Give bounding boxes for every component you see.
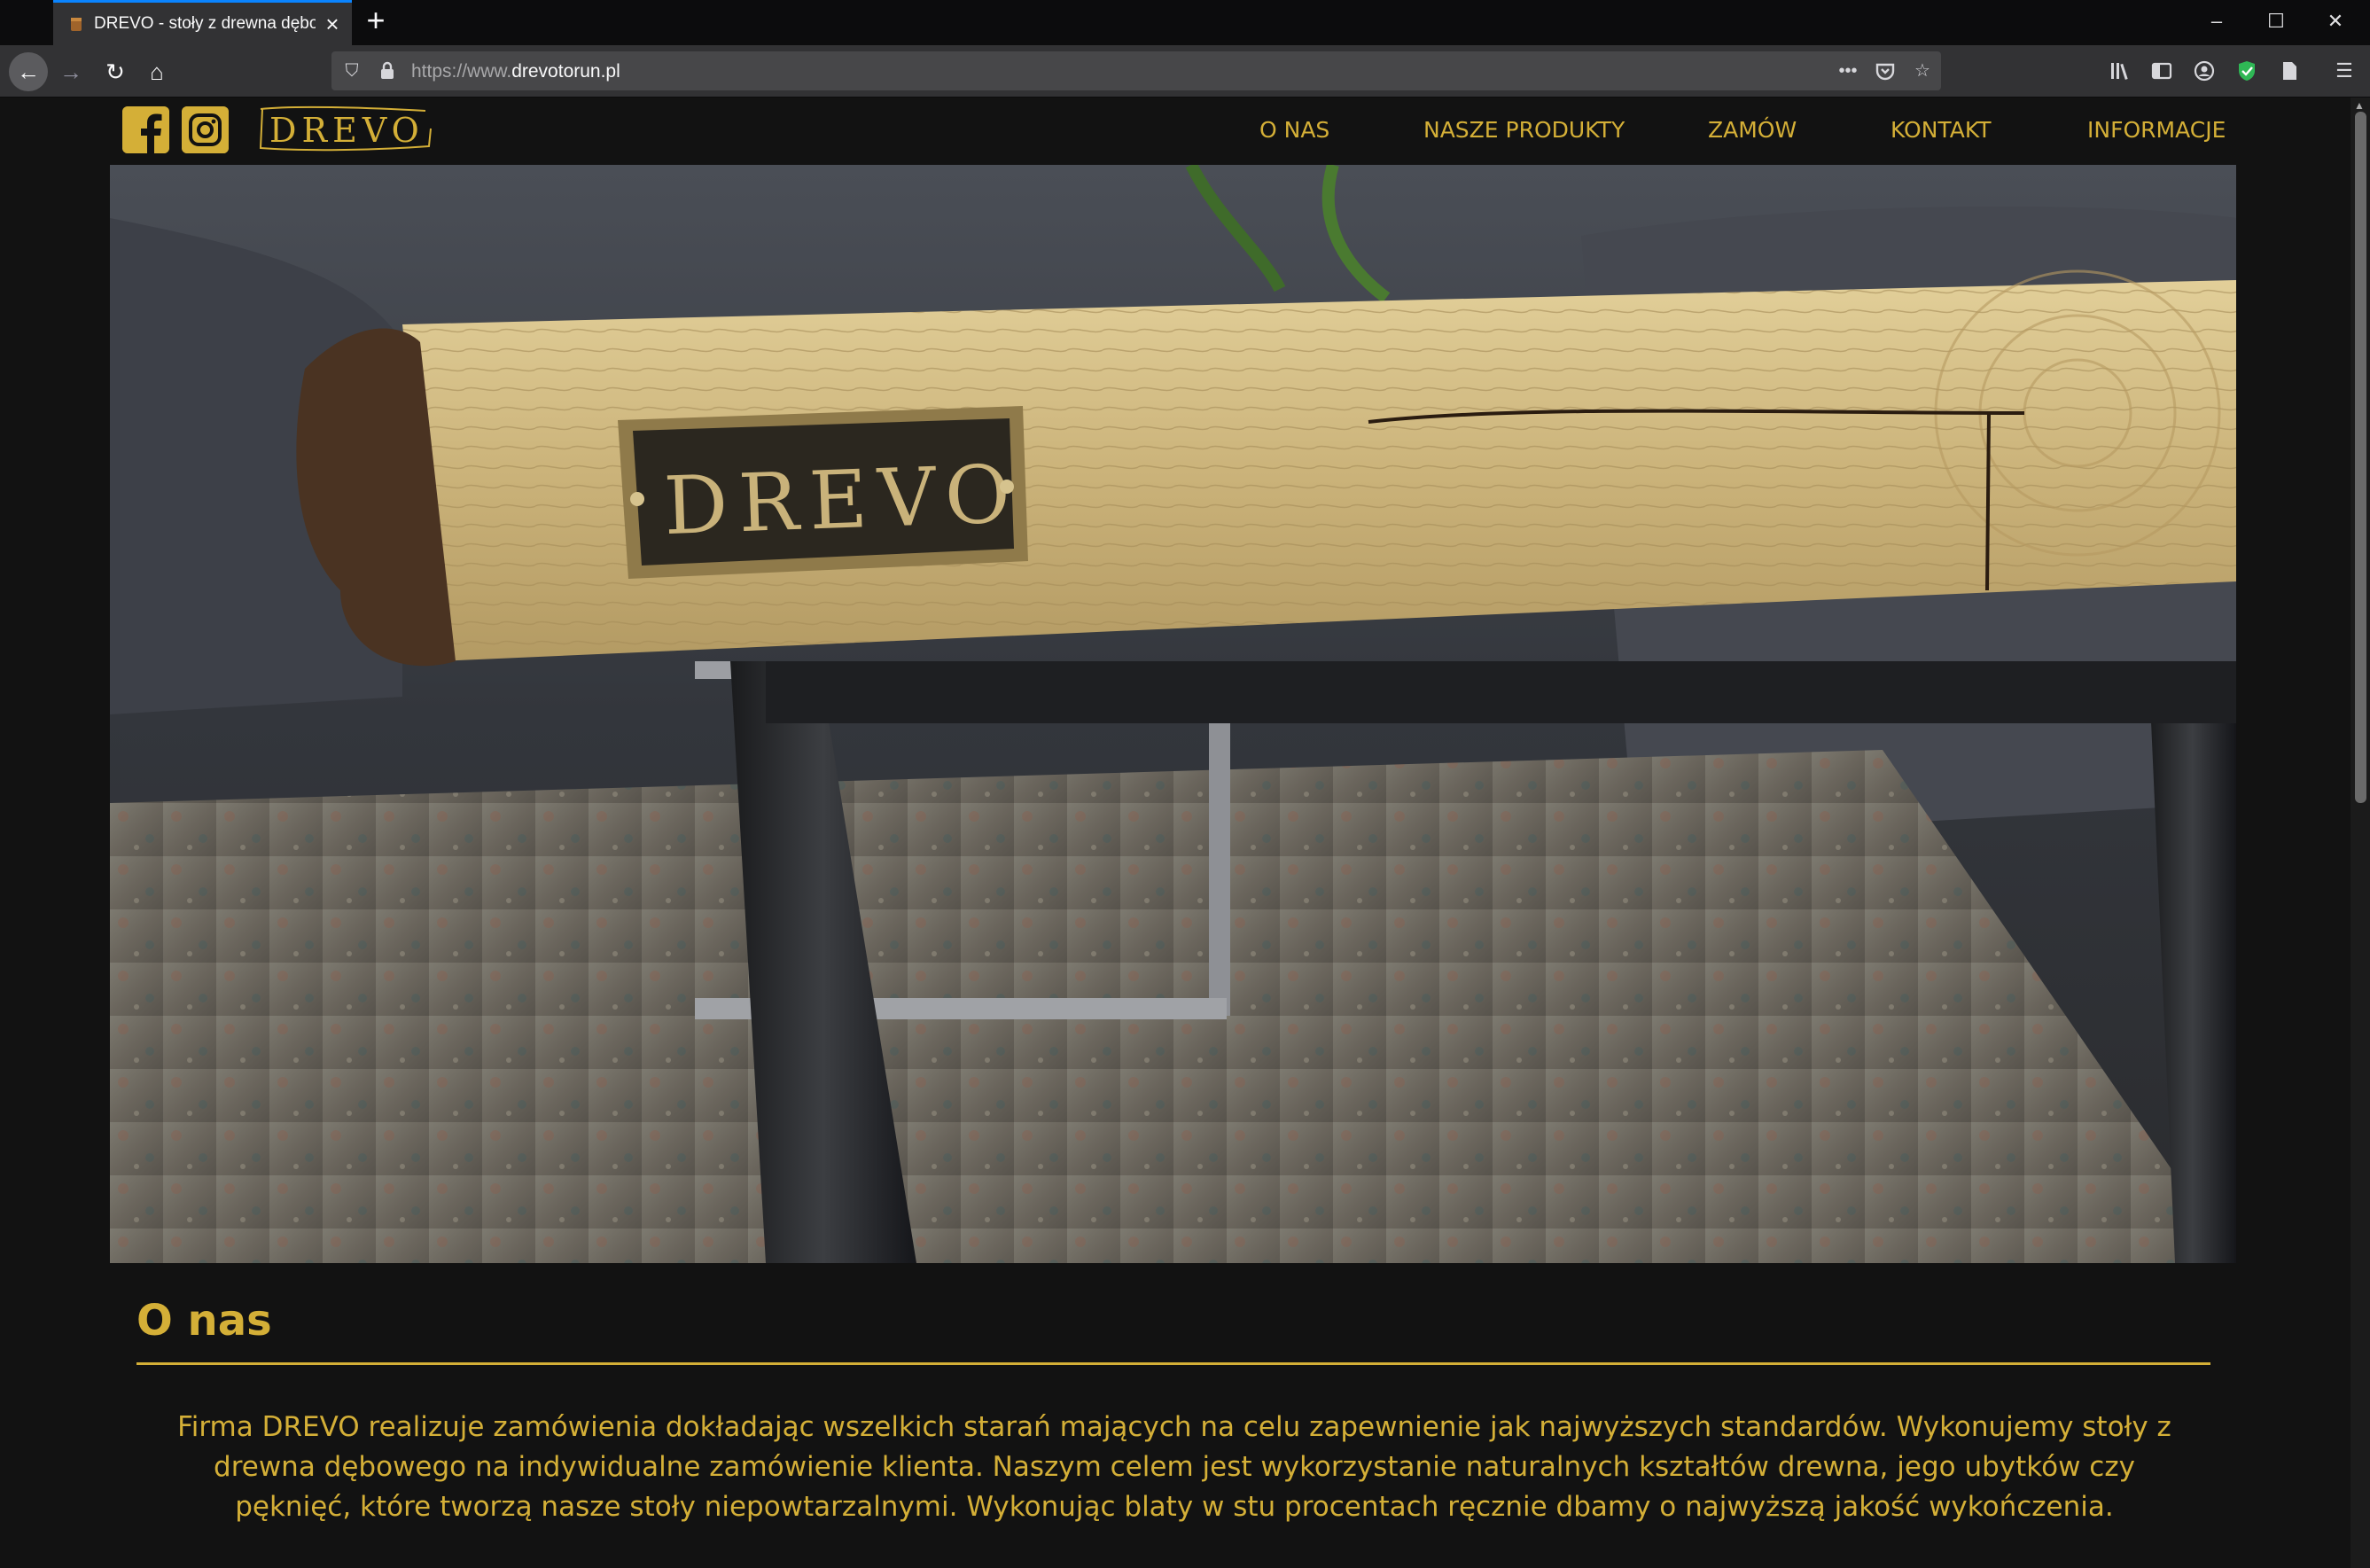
- maximize-icon[interactable]: ☐: [2258, 7, 2294, 35]
- about-paragraph: Firma DREVO realizuje zamówienia dokłada…: [177, 1411, 2171, 1523]
- oak-table-photo: DREVO: [110, 165, 2236, 1263]
- logo-text: DREVO: [269, 111, 425, 150]
- reload-icon[interactable]: ↻: [97, 54, 133, 90]
- about-heading: O nas: [136, 1296, 272, 1346]
- url-text[interactable]: https://www.drevotorun.pl: [411, 61, 620, 82]
- lock-icon[interactable]: [376, 59, 399, 82]
- tab-strip: DREVO - stoły z drewna dębowego × + – ☐ …: [0, 0, 2370, 45]
- drevo-favicon-icon: [71, 18, 82, 31]
- reader-view-icon[interactable]: [2276, 58, 2303, 84]
- back-icon[interactable]: ←: [9, 52, 48, 91]
- plate-text: DREVO: [662, 448, 1022, 553]
- adblock-shield-icon[interactable]: [2234, 58, 2260, 84]
- new-tab-icon[interactable]: +: [362, 4, 390, 36]
- bookmark-star-icon[interactable]: ☆: [1911, 59, 1934, 82]
- minimize-icon[interactable]: –: [2199, 7, 2234, 35]
- home-icon[interactable]: ⌂: [139, 54, 175, 90]
- sidebar-icon[interactable]: [2148, 58, 2175, 84]
- menu-item-nasze-produkty[interactable]: NASZE PRODUKTY: [1423, 117, 1625, 143]
- facebook-icon[interactable]: [122, 106, 169, 153]
- tracking-shield-icon[interactable]: ⛉: [340, 59, 363, 82]
- address-bar[interactable]: ⛉ https://www.drevotorun.pl ••• ☆: [331, 51, 1941, 90]
- drevo-logo[interactable]: DREVO: [257, 102, 434, 157]
- window-close-icon[interactable]: ✕: [2318, 7, 2353, 35]
- instagram-icon[interactable]: [182, 106, 229, 153]
- menu-item-zamow[interactable]: ZAMÓW: [1708, 117, 1797, 143]
- forward-icon[interactable]: →: [53, 54, 89, 90]
- navigation-toolbar: ← → ↻ ⌂ ⛉ https://www.drevotorun.pl ••• …: [0, 45, 2370, 98]
- tab-close-icon[interactable]: ×: [323, 12, 342, 35]
- hero-image: DREVO: [110, 165, 2236, 1263]
- heading-underline: [136, 1362, 2210, 1365]
- page-actions-icon[interactable]: •••: [1836, 59, 1859, 82]
- menu-item-kontakt[interactable]: KONTAKT: [1891, 117, 1992, 143]
- scrollbar-thumb[interactable]: [2355, 112, 2366, 803]
- pocket-icon[interactable]: [1874, 59, 1897, 82]
- brass-plate: DREVO: [618, 406, 1028, 579]
- menu-item-o-nas[interactable]: O NAS: [1259, 117, 1329, 143]
- library-icon[interactable]: [2107, 58, 2133, 84]
- account-icon[interactable]: [2191, 58, 2218, 84]
- scroll-up-icon[interactable]: ▲: [2354, 99, 2365, 112]
- tab-title: DREVO - stoły z drewna dębowego: [94, 14, 316, 33]
- menu-item-informacje[interactable]: INFORMACJE: [2087, 117, 2226, 143]
- page-viewport: DREVO O NAS NASZE PRODUKTY ZAMÓW KONTAKT…: [0, 98, 2351, 1568]
- browser-tab[interactable]: DREVO - stoły z drewna dębowego ×: [53, 0, 352, 45]
- menu-hamburger-icon[interactable]: ☰: [2331, 58, 2358, 84]
- page-scrollbar[interactable]: ▲: [2351, 98, 2370, 1568]
